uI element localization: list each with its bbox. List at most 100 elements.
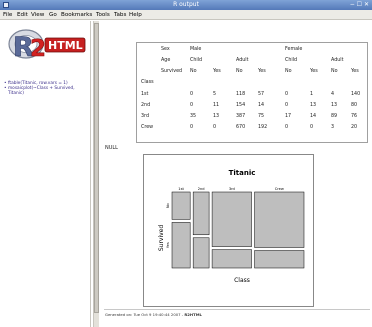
mosaic-plot: Titanic Class Survived 1st No Yes 2nd 3rd Cre… (158, 169, 305, 284)
menu-bar: File Edit View Go Bookmarks Tools Tabs H… (0, 10, 372, 20)
table-cell: 0 (190, 92, 194, 97)
table-cell: Adult (331, 58, 344, 63)
mosaic-tile-3rd-no (211, 191, 252, 247)
window-controls[interactable]: − ☐ ✕ (350, 1, 369, 9)
table-cell: 0 (285, 125, 289, 130)
table-cell: 14 (310, 114, 317, 119)
table-cell: 3 (331, 125, 335, 130)
x-tick-label: 2nd (198, 187, 205, 191)
x-tick-label: 1st (178, 187, 184, 191)
table-cell: 35 (190, 114, 197, 119)
table-cell: 13 (331, 103, 338, 108)
table-cell: Child (285, 58, 298, 63)
table-cell: No (236, 69, 243, 74)
table-cell: 0 (190, 125, 194, 130)
table-cell: 13 (310, 103, 317, 108)
footer: Generated on: Tue Oct 9 19:40:44 2007 - … (105, 312, 202, 317)
table-cell: Survived (161, 69, 183, 74)
table-cell: Male (190, 47, 202, 52)
table-cell: Female (285, 47, 303, 52)
table-cell: 192 (258, 125, 268, 130)
row-label: 2nd (141, 103, 151, 108)
table-cell: 0 (310, 125, 314, 130)
menu-edit[interactable]: Edit (17, 10, 28, 20)
footer-divider (104, 309, 370, 310)
toc-list: • ftable(Titanic, row.vars = 1) • mosaic… (4, 81, 88, 96)
chart-title: Titanic (229, 169, 256, 177)
table-cell: 118 (236, 92, 246, 97)
y-tick-label: Yes (166, 242, 170, 248)
window-title-bar: R output − ☐ ✕ (0, 0, 372, 10)
table-cell: 20 (351, 125, 358, 130)
table-cell: 76 (351, 114, 358, 119)
footer-brand: R2HTML (184, 312, 202, 317)
table-cell: No (285, 69, 292, 74)
table-cell: 154 (236, 103, 246, 108)
table-cell: Yes (258, 69, 266, 74)
frame-scrollbar[interactable] (93, 21, 99, 327)
menu-help[interactable]: Help (129, 10, 142, 20)
menu-go[interactable]: Go (49, 10, 57, 20)
table-cell: 140 (351, 92, 361, 97)
ftable-output: Sex Male Female Age Child Adult Child Ad… (136, 42, 368, 143)
table-cell: 17 (285, 114, 292, 119)
bullet-icon: • (4, 86, 7, 91)
menu-tools[interactable]: Tools (96, 10, 110, 20)
logo-number: 2 (30, 36, 46, 61)
mosaic-tile-crew-no (254, 191, 305, 248)
x-tick-label: 3rd (229, 187, 235, 191)
menu-file[interactable]: File (3, 10, 12, 20)
table-cell: Yes (213, 69, 221, 74)
r2html-logo: R 2 HTML (8, 29, 86, 61)
row-label: 1st (141, 92, 149, 97)
table-cell: 13 (213, 114, 220, 119)
navigation-frame: R 2 HTML • ftable(Titanic, row.vars = 1)… (0, 21, 91, 327)
x-tick-label: Crew (275, 187, 284, 191)
menu-bookmarks[interactable]: Bookmarks (61, 10, 92, 20)
table-cell: Yes (351, 69, 359, 74)
table-cell: 80 (351, 103, 358, 108)
footer-generated-text: Generated on: Tue Oct 9 19:40:44 2007 - (105, 312, 185, 317)
table-cell: 387 (236, 114, 246, 119)
table-cell: Child (190, 58, 203, 63)
mosaic-tile-crew-yes (254, 250, 305, 269)
row-label: 3rd (141, 114, 149, 119)
table-cell: 4 (331, 92, 335, 97)
table-cell: 0 (285, 92, 289, 97)
mosaic-plot-frame: Titanic Class Survived 1st No Yes 2nd 3rd Cre… (143, 154, 314, 307)
table-cell: Sex (161, 47, 170, 52)
menu-tabs[interactable]: Tabs (114, 10, 126, 20)
row-label: Crew (141, 125, 154, 130)
table-cell: 5 (213, 92, 217, 97)
window-title: R output (173, 1, 199, 8)
toc-link[interactable]: mosaicplot(~Class + Survived, Titanic) (8, 86, 75, 96)
table-cell: 11 (213, 103, 220, 108)
table-cell: Age (161, 58, 171, 63)
x-axis-label: Class (234, 277, 250, 284)
table-cell: 0 (285, 103, 289, 108)
toc-item[interactable]: • mosaicplot(~Class + Survived, Titanic) (4, 86, 88, 96)
table-cell: 89 (331, 114, 338, 119)
table-cell: 670 (236, 125, 246, 130)
table-cell: No (331, 69, 338, 74)
table-cell: No (190, 69, 197, 74)
table-cell: Yes (310, 69, 318, 74)
mosaic-tile-1st-yes (171, 222, 191, 269)
null-output: NULL (105, 145, 118, 151)
table-cell: 1 (310, 92, 314, 97)
table-cell: 75 (258, 114, 265, 119)
table-cell: Adult (236, 58, 249, 63)
table-cell: 0 (190, 103, 194, 108)
logo-text: HTML (48, 39, 83, 52)
mosaic-tile-2nd-no (192, 191, 210, 236)
y-tick-label: No (166, 203, 170, 208)
y-axis-label: Survived (158, 225, 165, 252)
mosaic-tile-3rd-yes (211, 249, 252, 269)
mosaic-tile-2nd-yes (192, 237, 210, 269)
table-cell: 14 (258, 103, 265, 108)
scrollbar-thumb[interactable] (94, 23, 99, 313)
mosaic-tile-1st-no (171, 191, 191, 220)
row-var-label: Class (141, 80, 154, 85)
menu-view[interactable]: View (31, 10, 44, 20)
table-cell: 0 (213, 125, 217, 130)
